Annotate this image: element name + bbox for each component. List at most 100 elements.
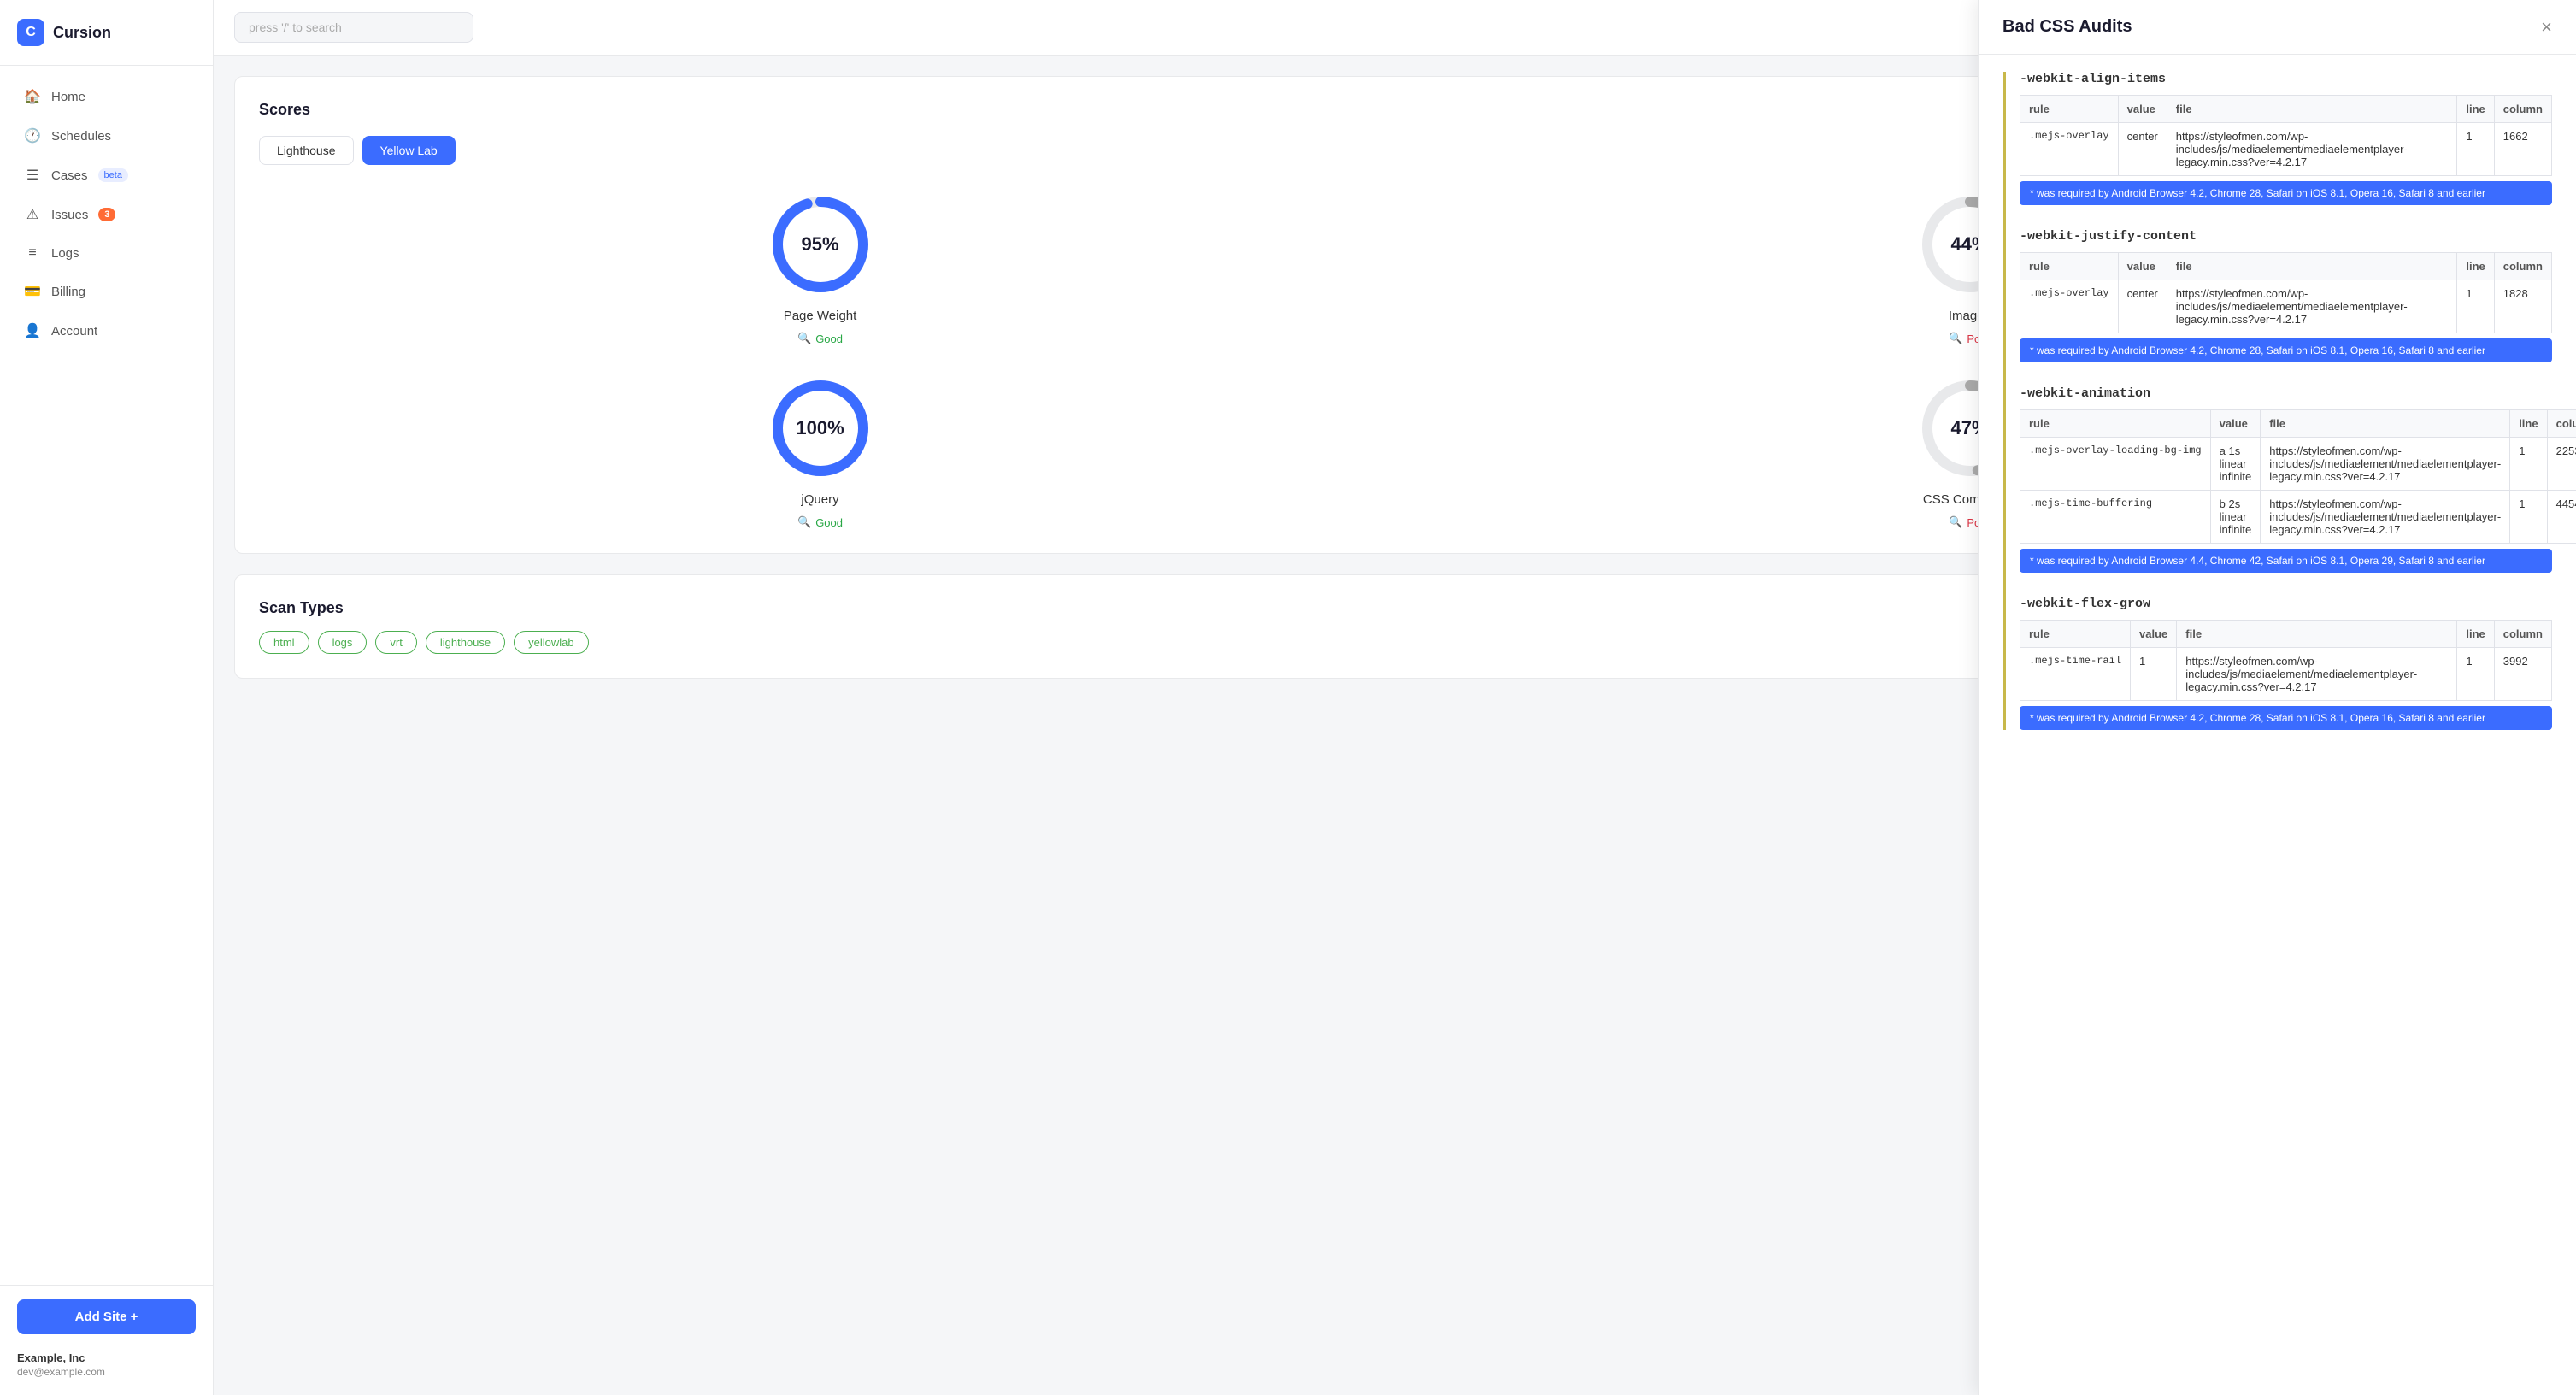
search-icon-pageweight[interactable]: 🔍: [797, 332, 811, 345]
audit-table-3: rule value file line column .mejs-overla…: [2020, 409, 2576, 544]
beta-badge: beta: [98, 168, 128, 182]
score-item-jquery: 100% jQuery 🔍 Good: [259, 373, 1381, 529]
col-line-1: line: [2457, 96, 2494, 123]
cell-value: b 2s linear infinite: [2210, 491, 2261, 544]
sidebar-footer: Add Site + Example, Inc dev@example.com: [0, 1285, 213, 1395]
account-icon: 👤: [24, 322, 41, 339]
col-column-1: column: [2494, 96, 2551, 123]
col-rule-2: rule: [2020, 253, 2119, 280]
col-column-4: column: [2494, 621, 2551, 648]
sidebar-item-label: Account: [51, 324, 97, 338]
cell-col: 1662: [2494, 123, 2551, 176]
panel-header: Bad CSS Audits ×: [1979, 0, 2576, 55]
search-icon-csscomplexity[interactable]: 🔍: [1949, 515, 1962, 529]
table-row: .mejs-overlay center https://styleofmen.…: [2020, 123, 2552, 176]
home-icon: 🏠: [24, 88, 41, 105]
schedules-icon: 🕐: [24, 127, 41, 144]
score-item-pageweight: 95% Page Weight 🔍 Good: [259, 189, 1381, 345]
sidebar-item-schedules[interactable]: 🕐 Schedules: [7, 117, 206, 155]
sidebar-item-issues[interactable]: ⚠ Issues 3: [7, 196, 206, 233]
cell-col: 2253: [2547, 438, 2576, 491]
audit-table-2: rule value file line column .mejs-overla…: [2020, 252, 2552, 333]
cell-file: https://styleofmen.com/wp-includes/js/me…: [2261, 438, 2510, 491]
donut-pageweight: 95%: [765, 189, 876, 300]
user-info: Example, Inc dev@example.com: [17, 1348, 196, 1381]
audit-note-2: * was required by Android Browser 4.2, C…: [2020, 338, 2552, 362]
score-value-pageweight: 95%: [801, 233, 838, 256]
score-status-jquery: 🔍 Good: [797, 515, 843, 529]
sidebar-item-cases[interactable]: ☰ Cases beta: [7, 156, 206, 194]
sidebar-item-logs[interactable]: ≡ Logs: [7, 235, 206, 271]
tag-yellowlab: yellowlab: [514, 631, 588, 654]
cell-line: 1: [2457, 280, 2494, 333]
audit-note-4: * was required by Android Browser 4.2, C…: [2020, 706, 2552, 730]
table-row: .mejs-time-buffering b 2s linear infinit…: [2020, 491, 2576, 544]
audit-section-webkit-justify-content: -webkit-justify-content rule value file …: [2020, 229, 2552, 362]
cell-line: 1: [2457, 123, 2494, 176]
panel-body: -webkit-align-items rule value file line…: [1979, 55, 2576, 1395]
col-column-2: column: [2494, 253, 2551, 280]
cell-rule: .mejs-overlay-loading-bg-img: [2020, 438, 2211, 491]
app-name: Cursion: [53, 24, 111, 42]
sidebar-item-label: Billing: [51, 285, 85, 299]
col-file-2: file: [2167, 253, 2457, 280]
audit-rule-name-2: -webkit-justify-content: [2020, 229, 2552, 244]
tag-lighthouse: lighthouse: [426, 631, 505, 654]
cases-icon: ☰: [24, 167, 41, 184]
col-value-2: value: [2118, 253, 2167, 280]
search-icon-jquery[interactable]: 🔍: [797, 515, 811, 529]
audit-rule-name-4: -webkit-flex-grow: [2020, 597, 2552, 611]
col-line-4: line: [2457, 621, 2494, 648]
col-rule-3: rule: [2020, 410, 2211, 438]
tag-logs: logs: [318, 631, 368, 654]
cell-line: 1: [2510, 438, 2547, 491]
cell-value: center: [2118, 123, 2167, 176]
cell-value: a 1s linear infinite: [2210, 438, 2261, 491]
logs-icon: ≡: [24, 245, 41, 261]
panel-title: Bad CSS Audits: [2003, 17, 2132, 37]
sidebar-item-label: Home: [51, 90, 85, 104]
audit-rule-name-1: -webkit-align-items: [2020, 72, 2552, 86]
tab-lighthouse[interactable]: Lighthouse: [259, 136, 354, 165]
status-good-pageweight: Good: [815, 333, 843, 345]
user-email: dev@example.com: [17, 1366, 196, 1378]
col-file-3: file: [2261, 410, 2510, 438]
sidebar-item-label: Issues: [51, 208, 88, 222]
col-rule-4: rule: [2020, 621, 2131, 648]
tab-yellowlab[interactable]: Yellow Lab: [362, 136, 456, 165]
cell-col: 3992: [2494, 648, 2551, 701]
cell-file: https://styleofmen.com/wp-includes/js/me…: [2261, 491, 2510, 544]
audit-section-webkit-flex-grow: -webkit-flex-grow rule value file line c…: [2020, 597, 2552, 730]
search-icon-images[interactable]: 🔍: [1949, 332, 1962, 345]
issues-icon: ⚠: [24, 206, 41, 223]
cell-line: 1: [2457, 648, 2494, 701]
panel-close-button[interactable]: ×: [2541, 18, 2552, 37]
sidebar-item-home[interactable]: 🏠 Home: [7, 78, 206, 115]
score-value-jquery: 100%: [796, 417, 844, 439]
side-panel: Bad CSS Audits × -webkit-align-items rul…: [1978, 0, 2576, 1395]
cell-col: 4454: [2547, 491, 2576, 544]
donut-jquery: 100%: [765, 373, 876, 484]
cell-rule: .mejs-overlay: [2020, 123, 2119, 176]
search-bar[interactable]: press '/' to search: [234, 12, 473, 43]
cell-file: https://styleofmen.com/wp-includes/js/me…: [2167, 123, 2457, 176]
cell-rule: .mejs-overlay: [2020, 280, 2119, 333]
audit-table-4: rule value file line column .mejs-time-r…: [2020, 620, 2552, 701]
sidebar-item-billing[interactable]: 💳 Billing: [7, 273, 206, 310]
tag-vrt: vrt: [375, 631, 416, 654]
audit-table-1: rule value file line column .mejs-overla…: [2020, 95, 2552, 176]
score-status-pageweight: 🔍 Good: [797, 332, 843, 345]
score-label-pageweight: Page Weight: [784, 309, 857, 323]
col-line-2: line: [2457, 253, 2494, 280]
audit-note-3: * was required by Android Browser 4.4, C…: [2020, 549, 2552, 573]
panel-body-inner: -webkit-align-items rule value file line…: [2003, 72, 2552, 730]
audit-section-webkit-animation: -webkit-animation rule value file line c…: [2020, 386, 2552, 573]
issues-count-badge: 3: [98, 208, 115, 221]
add-site-button[interactable]: Add Site +: [17, 1299, 196, 1334]
col-value-4: value: [2131, 621, 2177, 648]
col-value-3: value: [2210, 410, 2261, 438]
col-line-3: line: [2510, 410, 2547, 438]
sidebar-nav: 🏠 Home 🕐 Schedules ☰ Cases beta ⚠ Issues…: [0, 66, 213, 1285]
sidebar-item-account[interactable]: 👤 Account: [7, 312, 206, 350]
sidebar-item-label: Logs: [51, 246, 79, 261]
